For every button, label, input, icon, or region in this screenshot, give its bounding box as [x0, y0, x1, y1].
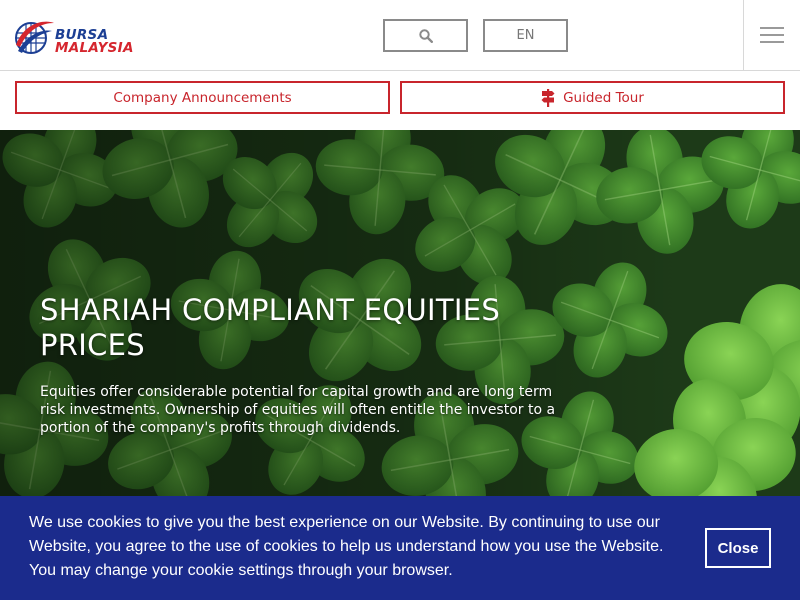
menu-button[interactable]: [743, 0, 800, 70]
search-icon: [418, 28, 433, 43]
guided-tour-button[interactable]: Guided Tour: [400, 81, 785, 114]
search-button[interactable]: [383, 19, 468, 52]
page-title: SHARIAH COMPLIANT EQUITIES PRICES: [40, 293, 501, 362]
page-description: Equities offer considerable potential fo…: [40, 384, 556, 436]
quick-links-bar: Company Announcements Guided Tour: [0, 71, 800, 130]
logo-globe-icon: [15, 21, 54, 54]
logo-wordmark: BURSA MALAYSIA: [55, 28, 134, 56]
hero-banner: SHARIAH COMPLIANT EQUITIES PRICES Equiti…: [0, 130, 800, 496]
company-announcements-label: Company Announcements: [113, 89, 292, 106]
cookie-message: We use cookies to give you the best expe…: [29, 514, 664, 579]
cookie-banner: We use cookies to give you the best expe…: [0, 496, 800, 600]
bursa-malaysia-logo[interactable]: BURSA MALAYSIA: [14, 15, 166, 59]
logo-line-malaysia: MALAYSIA: [55, 40, 134, 56]
language-button[interactable]: EN: [483, 19, 568, 52]
cookie-close-button[interactable]: Close: [705, 528, 771, 568]
company-announcements-button[interactable]: Company Announcements: [15, 81, 390, 114]
signpost-icon: [541, 88, 555, 107]
site-header: BURSA MALAYSIA EN: [0, 0, 800, 71]
hamburger-menu-icon: [760, 27, 784, 43]
guided-tour-label: Guided Tour: [563, 89, 644, 106]
